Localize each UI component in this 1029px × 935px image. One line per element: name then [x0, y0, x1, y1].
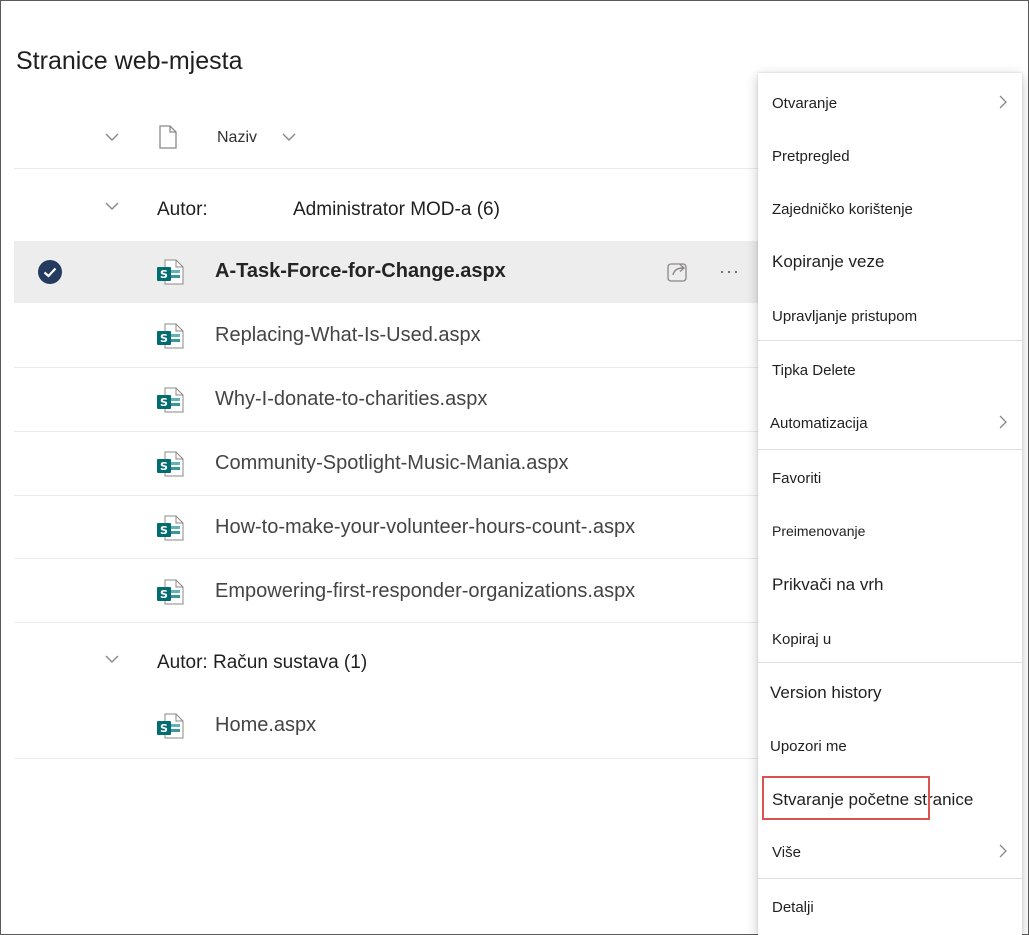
menu-item-pin-to-top[interactable]: Prikvači na vrh [758, 565, 1022, 605]
menu-item-preview[interactable]: Pretpregled [758, 136, 1022, 176]
menu-item-rename[interactable]: Preimenovanje [758, 511, 1022, 551]
column-header-name[interactable]: Naziv [217, 129, 257, 147]
sharepoint-page-icon: S [156, 712, 184, 745]
svg-text:S: S [160, 588, 168, 601]
file-row[interactable]: S How-to-make-your-volunteer-hours-count… [14, 497, 774, 559]
group-label: Autor: Račun sustava (1) [157, 652, 368, 673]
menu-item-copy-to[interactable]: Kopiraj u [758, 619, 1022, 659]
sort-chevron-icon[interactable] [281, 129, 297, 145]
menu-item-manage-access[interactable]: Upravljanje pristupom [758, 296, 1022, 336]
group-collapse-chevron-icon[interactable] [104, 198, 120, 214]
file-name[interactable]: Home.aspx [215, 714, 316, 737]
file-type-icon[interactable] [159, 125, 177, 154]
menu-item-automate[interactable]: Automatizacija [758, 403, 1022, 443]
menu-item-favorite[interactable]: Favoriti [758, 458, 1022, 498]
menu-item-label: Prikvači na vrh [772, 575, 884, 594]
group-label: Autor: [157, 199, 208, 220]
menu-separator [758, 662, 1022, 663]
menu-item-label: Tipka Delete [772, 362, 856, 379]
context-menu: Otvaranje Pretpregled Zajedničko korište… [758, 73, 1022, 935]
chevron-right-icon [998, 415, 1008, 434]
menu-item-more[interactable]: Više [758, 832, 1022, 872]
sharepoint-page-icon: S [156, 514, 184, 547]
menu-separator [758, 878, 1022, 879]
svg-text:S: S [160, 722, 168, 735]
menu-separator [758, 340, 1022, 341]
svg-text:S: S [160, 524, 168, 537]
menu-item-label: Pretpregled [772, 148, 850, 165]
menu-item-make-homepage[interactable]: Stvaranje početne stranice [758, 780, 1022, 820]
menu-item-label: Automatizacija [770, 415, 868, 432]
menu-item-open[interactable]: Otvaranje [758, 83, 1022, 123]
menu-item-label: Preimenovanje [772, 523, 866, 539]
more-actions-icon[interactable]: ··· [719, 261, 740, 282]
menu-item-label: Više [772, 844, 801, 861]
menu-separator [758, 449, 1022, 450]
file-name[interactable]: How-to-make-your-volunteer-hours-count-.… [215, 516, 635, 539]
sharepoint-page-icon: S [156, 578, 184, 611]
svg-text:S: S [160, 396, 168, 409]
row-divider [14, 367, 759, 368]
sharepoint-page-icon: S [156, 258, 184, 291]
menu-item-delete[interactable]: Tipka Delete [758, 350, 1022, 390]
sharepoint-page-icon: S [156, 322, 184, 355]
row-divider [14, 558, 759, 559]
file-row[interactable]: S Why-I-donate-to-charities.aspx [14, 369, 774, 431]
row-divider [14, 758, 759, 759]
row-divider [14, 431, 759, 432]
menu-item-label: Kopiraj u [772, 631, 832, 648]
chevron-right-icon [998, 844, 1008, 863]
page-title: Stranice web-mjesta [16, 47, 243, 75]
menu-item-version-history[interactable]: Version history [758, 673, 1022, 713]
sharepoint-page-icon: S [156, 450, 184, 483]
file-name[interactable]: Empowering-first-responder-organizations… [215, 580, 635, 603]
svg-text:S: S [160, 268, 168, 281]
menu-item-label: Favoriti [772, 470, 822, 487]
file-name[interactable]: Why-I-donate-to-charities.aspx [215, 388, 487, 411]
chevron-right-icon [998, 95, 1008, 114]
file-row[interactable]: S Home.aspx [14, 695, 774, 757]
svg-text:S: S [160, 332, 168, 345]
header-divider [14, 168, 759, 169]
file-row[interactable]: S Community-Spotlight-Music-Mania.aspx [14, 433, 774, 495]
menu-item-share[interactable]: Zajedničko korištenje [758, 189, 1022, 229]
menu-item-label: Upozori me [770, 738, 847, 755]
file-row[interactable]: S Empowering-first-responder-organizatio… [14, 561, 774, 623]
menu-item-label: Otvaranje [772, 95, 838, 112]
row-divider [14, 495, 759, 496]
file-name[interactable]: Replacing-What-Is-Used.aspx [215, 324, 481, 347]
menu-item-label: Version history [770, 683, 882, 702]
file-name[interactable]: A-Task-Force-for-Change.aspx [215, 260, 506, 283]
file-name[interactable]: Community-Spotlight-Music-Mania.aspx [215, 452, 568, 475]
file-row[interactable]: S A-Task-Force-for-Change.aspx ··· [14, 241, 774, 303]
collapse-all-chevron-icon[interactable] [104, 129, 120, 145]
menu-item-label: Kopiranje veze [772, 252, 885, 271]
svg-text:S: S [160, 460, 168, 473]
share-icon[interactable] [666, 260, 690, 289]
selected-check-icon[interactable] [37, 259, 63, 285]
menu-item-details[interactable]: Detalji [758, 887, 1022, 927]
menu-item-label: Detalji [772, 899, 814, 916]
sharepoint-page-icon: S [156, 386, 184, 419]
row-divider [14, 622, 759, 623]
group-value: Administrator MOD-a (6) [293, 199, 500, 220]
menu-item-copy-link[interactable]: Kopiranje veze [758, 242, 1022, 282]
menu-item-label: Stvaranje početne stranice [772, 790, 974, 809]
menu-item-label: Upravljanje pristupom [772, 308, 918, 325]
menu-item-alert-me[interactable]: Upozori me [758, 726, 1022, 766]
menu-item-label: Zajedničko korištenje [772, 201, 913, 218]
group-collapse-chevron-icon[interactable] [104, 651, 120, 667]
file-row[interactable]: S Replacing-What-Is-Used.aspx [14, 305, 774, 367]
